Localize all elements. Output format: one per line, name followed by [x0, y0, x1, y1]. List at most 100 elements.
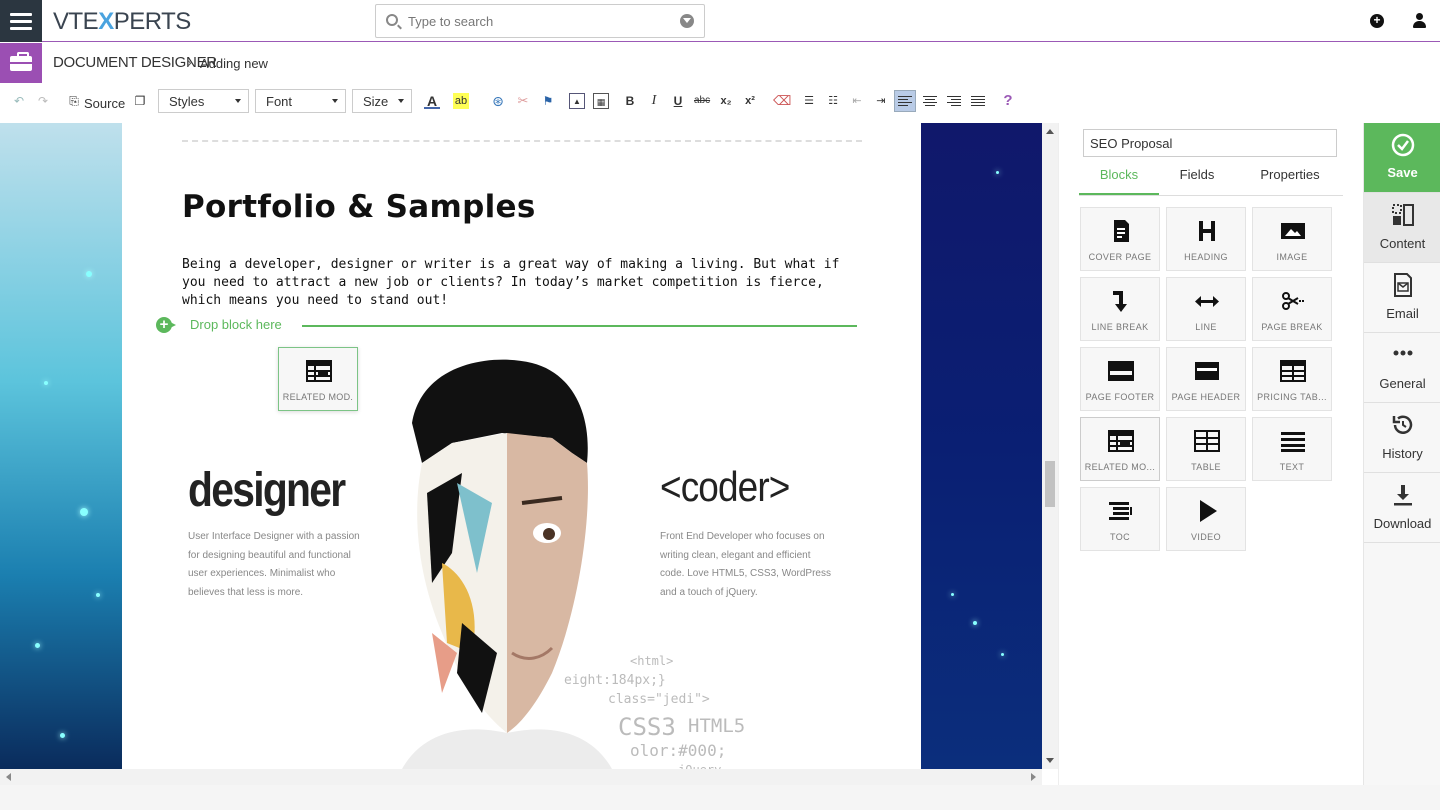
- text-color-icon[interactable]: A: [424, 93, 440, 109]
- image-icon[interactable]: ▲: [569, 93, 585, 109]
- sidenav-content[interactable]: Content: [1364, 193, 1440, 263]
- document-name-input[interactable]: [1083, 129, 1337, 157]
- sidenav-history[interactable]: History: [1364, 403, 1440, 473]
- block-page-break[interactable]: PAGE BREAK: [1252, 277, 1332, 341]
- document-page[interactable]: Portfolio & Samples Being a developer, d…: [122, 123, 921, 769]
- scroll-thumb[interactable]: [1045, 461, 1055, 507]
- content-layout-icon: [1392, 204, 1414, 226]
- block-text[interactable]: TEXT: [1252, 417, 1332, 481]
- coder-description: Front End Developer who focuses on writi…: [660, 531, 831, 598]
- background-color-icon[interactable]: ab: [453, 93, 469, 109]
- code-line-color: olor:#000;: [630, 741, 727, 760]
- user-profile-icon[interactable]: [1413, 13, 1426, 29]
- breadcrumb-module[interactable]: DOCUMENT DESIGNER: [53, 54, 217, 71]
- block-table[interactable]: TABLE: [1166, 417, 1246, 481]
- decrease-indent-icon[interactable]: ⇤: [849, 93, 865, 109]
- block-page-footer[interactable]: PAGE FOOTER: [1080, 347, 1160, 411]
- block-pricing-table[interactable]: PRICING TAB...: [1252, 347, 1332, 411]
- anchor-flag-icon[interactable]: ⚑: [540, 93, 556, 109]
- underline-icon[interactable]: U: [670, 93, 686, 109]
- help-icon[interactable]: ?: [1000, 93, 1016, 109]
- designer-description: User Interface Designer with a passion f…: [188, 531, 360, 598]
- align-left-icon[interactable]: [894, 90, 916, 112]
- block-image[interactable]: IMAGE: [1252, 207, 1332, 271]
- align-right-icon[interactable]: [946, 93, 962, 109]
- increase-indent-icon[interactable]: ⇥: [873, 93, 889, 109]
- italic-icon[interactable]: I: [646, 93, 662, 109]
- top-bar: VTEXPERTS +: [0, 0, 1440, 42]
- copy-formatting-icon[interactable]: ❐: [132, 93, 148, 109]
- check-circle-icon: [1391, 133, 1415, 157]
- font-select[interactable]: Font: [255, 89, 346, 113]
- search-dropdown-icon[interactable]: [680, 14, 694, 28]
- breadcrumb: DOCUMENT DESIGNER › Adding new: [0, 43, 1440, 83]
- code-line-html5: HTML5: [688, 715, 746, 737]
- email-template-icon: [1394, 273, 1412, 297]
- block-heading[interactable]: HEADING: [1166, 207, 1246, 271]
- source-icon[interactable]: ⎘: [66, 93, 82, 109]
- document-paragraph[interactable]: Being a developer, designer or writer is…: [182, 256, 852, 310]
- block-related-module[interactable]: RELATED MO...: [1080, 417, 1160, 481]
- breadcrumb-separator: ›: [187, 54, 192, 70]
- align-center-icon[interactable]: [922, 93, 938, 109]
- sidenav-general[interactable]: General: [1364, 333, 1440, 403]
- block-toc[interactable]: TOC: [1080, 487, 1160, 551]
- bulleted-list-icon[interactable]: ☷: [825, 93, 841, 109]
- tab-blocks[interactable]: Blocks: [1079, 167, 1159, 195]
- hamburger-menu-icon[interactable]: [0, 0, 42, 42]
- bold-icon[interactable]: B: [622, 93, 638, 109]
- heading-icon: [1199, 221, 1215, 241]
- block-line-break[interactable]: LINE BREAK: [1080, 277, 1160, 341]
- table-icon[interactable]: ▦: [593, 93, 609, 109]
- blocks-panel: Blocks Fields Properties COVER PAGE HEAD…: [1058, 123, 1363, 785]
- canvas-horizontal-scrollbar[interactable]: [0, 769, 1042, 785]
- block-video[interactable]: VIDEO: [1166, 487, 1246, 551]
- cover-page-icon: [1114, 220, 1129, 242]
- size-select[interactable]: Size: [352, 89, 412, 113]
- block-cover-page[interactable]: COVER PAGE: [1080, 207, 1160, 271]
- tab-properties[interactable]: Properties: [1245, 167, 1335, 195]
- pricing-table-icon: [1280, 360, 1306, 382]
- sidenav-download[interactable]: Download: [1364, 473, 1440, 543]
- sidenav-email[interactable]: Email: [1364, 263, 1440, 333]
- background-left: [0, 123, 122, 769]
- line-icon: [1195, 296, 1219, 307]
- source-button[interactable]: Source: [84, 92, 125, 114]
- scroll-up-icon[interactable]: [1046, 129, 1054, 134]
- scroll-right-icon[interactable]: [1031, 773, 1036, 781]
- subscript-icon[interactable]: x₂: [718, 93, 734, 109]
- code-line-height: eight:184px;}: [564, 673, 666, 688]
- drop-zone[interactable]: + Drop block here: [156, 317, 858, 333]
- block-page-header[interactable]: PAGE HEADER: [1166, 347, 1246, 411]
- justify-icon[interactable]: [970, 93, 986, 109]
- search-input[interactable]: [408, 10, 678, 32]
- styles-select[interactable]: Styles: [158, 89, 249, 113]
- briefcase-icon[interactable]: [0, 43, 42, 83]
- block-line[interactable]: LINE: [1166, 277, 1246, 341]
- strikethrough-icon[interactable]: abc: [694, 93, 710, 109]
- line-break-icon: [1113, 291, 1127, 312]
- superscript-icon[interactable]: x²: [742, 93, 758, 109]
- more-dots-icon: [1393, 350, 1413, 356]
- remove-format-icon[interactable]: ⌫: [773, 93, 791, 109]
- scroll-left-icon[interactable]: [6, 773, 11, 781]
- unlink-icon[interactable]: ✂: [515, 93, 531, 109]
- scroll-down-icon[interactable]: [1046, 758, 1054, 763]
- scissors-icon: [1282, 292, 1304, 310]
- link-icon[interactable]: ⊛: [490, 93, 506, 109]
- vtexperts-logo[interactable]: VTEXPERTS: [53, 8, 191, 36]
- document-heading[interactable]: Portfolio & Samples: [182, 189, 536, 225]
- redo-icon[interactable]: ↷: [35, 93, 51, 109]
- play-icon: [1200, 500, 1217, 522]
- canvas-vertical-scrollbar[interactable]: [1042, 123, 1058, 769]
- code-line-html: <html>: [630, 654, 674, 668]
- bottom-strip: [0, 785, 1440, 810]
- dragging-block[interactable]: RELATED MOD.: [278, 347, 358, 411]
- save-button[interactable]: Save: [1364, 123, 1440, 193]
- page-header-icon: [1195, 362, 1219, 380]
- tab-fields[interactable]: Fields: [1159, 167, 1235, 195]
- undo-icon[interactable]: ↶: [11, 93, 27, 109]
- numbered-list-icon[interactable]: ☰: [801, 93, 817, 109]
- panel-tabs: Blocks Fields Properties: [1079, 163, 1343, 196]
- quick-create-icon[interactable]: +: [1370, 14, 1384, 28]
